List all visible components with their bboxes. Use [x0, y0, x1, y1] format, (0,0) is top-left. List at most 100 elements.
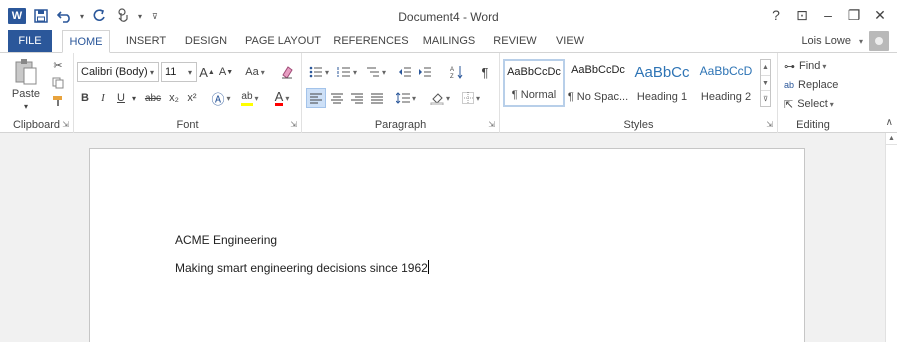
strikethrough-button[interactable]: abc [142, 88, 164, 108]
shading-icon[interactable]: ▾ [426, 88, 454, 108]
style-sample: AaBbCcDc [571, 64, 625, 76]
dialog-launcher-icon[interactable]: ⇲ [62, 120, 69, 129]
tab-review[interactable]: REVIEW [490, 30, 540, 52]
select-button[interactable]: ⇱ Select ▾ [784, 95, 846, 113]
binoculars-icon: ⊶ [784, 60, 795, 73]
highlight-color-icon[interactable]: ab ▾ [236, 88, 264, 108]
style-name: Heading 2 [700, 91, 752, 103]
style-name: ¶ Normal [511, 89, 557, 101]
multilevel-list-icon[interactable]: ▾ [362, 62, 390, 82]
chevron-down-icon[interactable]: ▼ [761, 76, 770, 92]
text-cursor [427, 260, 429, 274]
chevron-up-icon[interactable]: ▲ [761, 60, 770, 76]
font-size-value: 11 [165, 66, 177, 78]
change-case-button[interactable]: Aa ▾ [240, 62, 270, 82]
bullets-icon[interactable]: ▾ [306, 62, 332, 82]
user-name: Lois Lowe [801, 35, 851, 47]
tab-view[interactable]: VIEW [550, 30, 590, 52]
find-button[interactable]: ⊶ Find ▾ [784, 57, 844, 75]
justify-icon[interactable] [368, 88, 386, 108]
tab-design[interactable]: DESIGN [180, 30, 232, 52]
scroll-up-icon[interactable]: ▲ [886, 133, 897, 145]
subscript-button[interactable]: x₂ [166, 88, 182, 108]
more-styles-icon[interactable]: ⊽ [761, 91, 770, 106]
styles-gallery-scroll: ▲ ▼ ⊽ [760, 59, 771, 107]
sort-icon[interactable]: AZ [448, 62, 466, 82]
vertical-scrollbar[interactable]: ▲ [885, 133, 897, 342]
bold-button[interactable]: B [77, 88, 93, 108]
help-icon[interactable]: ? [763, 4, 789, 26]
style-name: ¶ No Spac... [567, 91, 629, 103]
svg-text:Z: Z [450, 74, 454, 79]
styles-gallery: AaBbCcDc ¶ Normal AaBbCcDc ¶ No Spac... … [503, 59, 758, 107]
title-bar: W ▾ ▾ ⊽ Document4 - Word ? ⊡ – ❐ ✕ [0, 0, 897, 30]
document-area: ACME Engineering Making smart engineerin… [0, 133, 897, 342]
line-spacing-icon[interactable]: ▾ [392, 88, 420, 108]
document-line-1[interactable]: ACME Engineering [175, 233, 277, 247]
underline-button[interactable]: U [113, 88, 129, 108]
style-sample: AaBbCc [634, 64, 690, 81]
font-name-combo[interactable]: Calibri (Body) ▾ [77, 62, 159, 82]
paste-dropdown-icon[interactable]: ▾ [20, 101, 32, 111]
replace-icon: ab [784, 80, 795, 90]
style-heading-1[interactable]: AaBbCc Heading 1 [631, 59, 693, 107]
italic-button[interactable]: I [95, 88, 111, 108]
show-formatting-icon[interactable]: ¶ [476, 62, 494, 82]
font-color-icon[interactable]: A ▾ [268, 88, 296, 108]
dialog-launcher-icon[interactable]: ⇲ [488, 120, 495, 129]
font-size-combo[interactable]: 11 ▾ [161, 62, 197, 82]
chevron-down-icon[interactable]: ▾ [184, 63, 196, 81]
copy-icon[interactable] [50, 75, 66, 91]
font-group: Calibri (Body) ▾ 11 ▾ A ▲ A ▼ Aa ▾ B I U ▾ … [74, 53, 302, 133]
style-sample: AaBbCcD [699, 64, 753, 78]
borders-icon[interactable]: ▾ [456, 88, 486, 108]
svg-text:A: A [450, 67, 454, 73]
style-no-spacing[interactable]: AaBbCcDc ¶ No Spac... [567, 59, 629, 107]
ribbon-tabs: FILE HOME INSERT DESIGN PAGE LAYOUT REFE… [0, 30, 897, 53]
align-center-icon[interactable] [328, 88, 346, 108]
chevron-down-icon[interactable]: ▾ [146, 63, 158, 81]
replace-button[interactable]: ab Replace [784, 76, 846, 94]
ribbon: Paste ▾ ✂ Clipboard ⇲ Calibri (Body) ▾ 1… [0, 52, 897, 133]
paragraph-group: ▾ ▾ ▾ AZ ¶ ▾ ▾ ▾ Paragraph ⇲ [302, 53, 500, 133]
grow-font-icon[interactable]: A ▲ [199, 62, 215, 82]
restore-icon[interactable]: ❐ [841, 4, 867, 26]
editing-label: Editing [796, 119, 830, 131]
dialog-launcher-icon[interactable]: ⇲ [766, 120, 773, 129]
tab-mailings[interactable]: MAILINGS [420, 30, 478, 52]
font-name-value: Calibri (Body) [81, 66, 148, 78]
paste-button[interactable]: Paste [8, 87, 44, 101]
document-line-2[interactable]: Making smart engineering decisions since… [175, 260, 429, 275]
style-heading-2[interactable]: AaBbCcD Heading 2 [695, 59, 757, 107]
cursor-arrow-icon: ⇱ [784, 98, 794, 111]
tab-references[interactable]: REFERENCES [333, 30, 408, 52]
numbering-icon[interactable]: ▾ [334, 62, 360, 82]
dialog-launcher-icon[interactable]: ⇲ [290, 120, 297, 129]
increase-indent-icon[interactable] [416, 62, 434, 82]
user-account[interactable]: Lois Lowe ▾ [801, 30, 889, 52]
format-painter-icon[interactable] [50, 93, 66, 109]
shrink-font-icon[interactable]: A ▼ [218, 62, 234, 82]
align-right-icon[interactable] [348, 88, 366, 108]
paste-icon[interactable] [10, 57, 42, 87]
style-normal[interactable]: AaBbCcDc ¶ Normal [503, 59, 565, 107]
ribbon-display-options-icon[interactable]: ⊡ [789, 4, 815, 26]
text-effects-icon[interactable]: Ⓐ ▾ [208, 88, 234, 108]
collapse-ribbon-icon[interactable]: ∧ [886, 117, 893, 128]
tab-page-layout[interactable]: PAGE LAYOUT [242, 30, 324, 52]
tab-home[interactable]: HOME [62, 30, 110, 53]
align-left-icon[interactable] [306, 88, 326, 108]
tab-file[interactable]: FILE [8, 30, 52, 52]
underline-dropdown-icon[interactable]: ▾ [129, 88, 139, 108]
superscript-button[interactable]: x² [184, 88, 200, 108]
close-icon[interactable]: ✕ [867, 4, 893, 26]
tab-insert[interactable]: INSERT [122, 30, 170, 52]
cut-icon[interactable]: ✂ [50, 57, 66, 73]
chevron-down-icon: ▾ [858, 36, 863, 46]
document-page[interactable]: ACME Engineering Making smart engineerin… [89, 148, 805, 342]
editing-group: ⊶ Find ▾ ab Replace ⇱ Select ▾ Editing [778, 53, 848, 133]
minimize-icon[interactable]: – [815, 4, 841, 26]
decrease-indent-icon[interactable] [396, 62, 414, 82]
clear-formatting-icon[interactable] [278, 62, 296, 82]
style-sample: AaBbCcDc [507, 66, 561, 78]
